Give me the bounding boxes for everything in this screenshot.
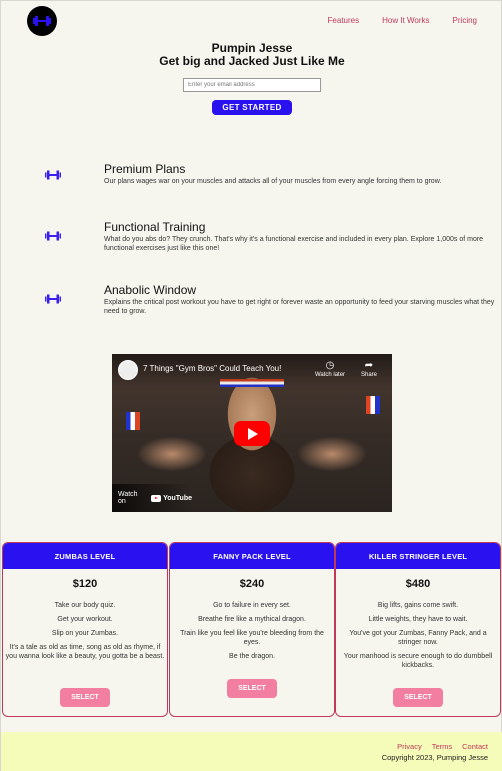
channel-avatar[interactable] xyxy=(118,360,138,380)
youtube-logo: YouTube xyxy=(151,494,192,502)
copyright: Copyright 2023, Pumping Jesse xyxy=(381,753,488,762)
privacy-link[interactable]: Privacy xyxy=(397,742,422,751)
plan-features: Take our body quiz. Get your workout. Sl… xyxy=(3,601,167,661)
wristband-left xyxy=(126,412,140,430)
clock-icon: ◷ xyxy=(325,360,335,371)
dumbbell-icon xyxy=(45,294,61,304)
list-item: Take our body quiz. xyxy=(54,602,116,609)
dumbbell-icon xyxy=(33,16,51,26)
plan-name: KILLER STRINGER LEVEL xyxy=(336,543,500,569)
list-item: Breathe fire like a mythical dragon. xyxy=(198,616,306,623)
plan-features: Go to failure in every set. Breathe fire… xyxy=(170,601,334,661)
list-item: Get your workout. xyxy=(57,616,113,623)
feature-title: Functional Training xyxy=(104,220,206,234)
share-icon: ➦ xyxy=(364,360,374,371)
watch-on-youtube-link[interactable]: Watch on YouTube xyxy=(112,484,192,512)
get-started-button[interactable]: GET STARTED xyxy=(212,100,292,115)
list-item: Your manhood is secure enough to do dumb… xyxy=(343,653,493,669)
youtube-play-icon xyxy=(151,494,162,502)
list-item: Slip on your Zumbas. xyxy=(51,630,119,637)
plan-price: $240 xyxy=(239,578,265,590)
email-input[interactable] xyxy=(183,78,321,92)
footer: Privacy Terms Contact Copyright 2023, Pu… xyxy=(1,732,502,771)
footer-links: Privacy Terms Contact xyxy=(397,742,488,751)
nav-how-it-works-link[interactable]: How It Works xyxy=(382,16,429,25)
list-item: Go to failure in every set. xyxy=(213,602,291,609)
select-button[interactable]: SELECT xyxy=(227,679,277,698)
video-embed[interactable]: 7 Things "Gym Bros" Could Teach You! ◷ W… xyxy=(112,354,392,512)
plan-name: FANNY PACK LEVEL xyxy=(170,543,334,569)
plan-card-fanny-pack: FANNY PACK LEVEL $240 Go to failure in e… xyxy=(169,542,335,717)
feature-text: Our plans wages war on your muscles and … xyxy=(104,178,442,185)
main-nav: Features How It Works Pricing xyxy=(328,16,477,25)
watch-on-label: Watch on xyxy=(118,491,138,505)
plan-name: ZUMBAS LEVEL xyxy=(3,543,167,569)
list-item: Be the dragon. xyxy=(229,653,275,660)
share-button[interactable]: ➦ Share xyxy=(349,360,389,378)
watch-later-button[interactable]: ◷ Watch later xyxy=(310,360,350,378)
logo[interactable] xyxy=(27,6,57,36)
wristband-right xyxy=(366,396,380,414)
share-label: Share xyxy=(360,372,377,378)
plan-card-zumbas: ZUMBAS LEVEL $120 Take our body quiz. Ge… xyxy=(2,542,168,717)
feature-text: What do you abs do? They crunch. That's … xyxy=(104,236,484,252)
plan-card-killer-stringer: KILLER STRINGER LEVEL $480 Big lifts, ga… xyxy=(335,542,501,717)
plan-features: Big lifts, gains come swift. Little weig… xyxy=(336,601,500,670)
feature-text: Explains the critical post workout you h… xyxy=(104,299,495,315)
select-button[interactable]: SELECT xyxy=(393,688,443,707)
dumbbell-icon xyxy=(45,170,61,180)
hero-title: Pumpin Jesse xyxy=(211,41,293,55)
dumbbell-icon xyxy=(45,231,61,241)
list-item: It's a tale as old as time, song as old … xyxy=(5,644,165,660)
plan-price: $480 xyxy=(405,578,431,590)
list-item: Little weights, they have to wait. xyxy=(368,616,468,623)
contact-link[interactable]: Contact xyxy=(462,742,488,751)
nav-pricing-link[interactable]: Pricing xyxy=(453,16,477,25)
select-button[interactable]: SELECT xyxy=(60,688,110,707)
list-item: Train like you feel like you're bleeding… xyxy=(180,630,324,646)
nav-features-link[interactable]: Features xyxy=(328,16,360,25)
play-button[interactable] xyxy=(234,421,270,446)
plan-price: $120 xyxy=(72,578,98,590)
list-item: You've got your Zumbas, Fanny Pack, and … xyxy=(349,630,487,646)
video-title[interactable]: 7 Things "Gym Bros" Could Teach You! xyxy=(143,364,281,373)
watch-later-label: Watch later xyxy=(314,372,346,378)
feature-title: Premium Plans xyxy=(104,162,186,176)
terms-link[interactable]: Terms xyxy=(432,742,452,751)
hero-subtitle: Get big and Jacked Just Like Me xyxy=(159,54,345,68)
list-item: Big lifts, gains come swift. xyxy=(377,602,459,609)
feature-title: Anabolic Window xyxy=(104,283,197,297)
